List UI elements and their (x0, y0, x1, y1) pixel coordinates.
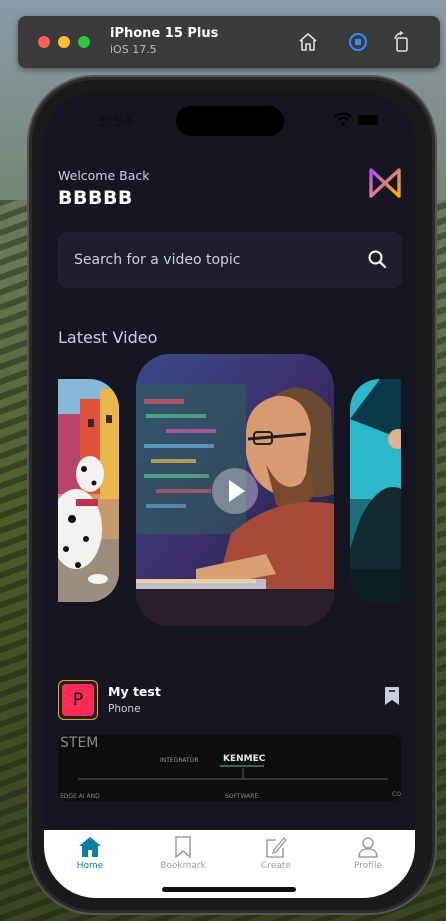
post-title[interactable]: My test (108, 684, 161, 699)
create-icon (266, 836, 287, 858)
home-indicator[interactable] (162, 887, 296, 892)
video-thumbnail (350, 379, 401, 602)
zoom-window-button[interactable] (78, 36, 90, 48)
thumb-text-edge: EDGE AI AND (60, 793, 100, 800)
video-card-left[interactable] (58, 379, 119, 602)
search-bar[interactable]: Search for a video topic (58, 232, 402, 288)
thumb-text-integrator: INTEGRATOR (160, 757, 198, 764)
bookmark-icon (175, 836, 191, 858)
app-logo-icon (369, 168, 401, 198)
avatar-letter: P (62, 684, 94, 716)
wifi-icon (334, 112, 352, 126)
thumb-text-software: SOFTWARE (225, 793, 258, 800)
thumb-text-kenmec: KENMEC (223, 754, 266, 764)
post-subtitle: Phone (108, 703, 141, 715)
post-thumbnail-image: STEM INTEGRATOR KENMEC EDGE AI AND SOFTW… (58, 735, 401, 801)
device-name: iPhone 15 Plus (110, 26, 219, 41)
rotate-icon[interactable] (390, 30, 414, 54)
latest-video-title: Latest Video (58, 328, 158, 347)
bookmark-icon[interactable] (384, 686, 400, 706)
home-icon (79, 837, 101, 857)
tab-label: Create (261, 861, 291, 871)
tab-profile[interactable]: Profile (323, 836, 413, 871)
home-icon[interactable] (296, 30, 320, 54)
close-window-button[interactable] (38, 36, 50, 48)
video-card-right[interactable] (350, 379, 401, 602)
dynamic-island (176, 106, 284, 136)
search-icon[interactable] (367, 249, 387, 269)
tab-create[interactable]: Create (231, 836, 321, 871)
tab-label: Profile (354, 861, 382, 871)
post-thumbnail[interactable]: STEM INTEGRATOR KENMEC EDGE AI AND SOFTW… (58, 735, 401, 801)
status-time: 3:54 (96, 112, 134, 130)
screenshot-icon[interactable] (346, 30, 370, 54)
username: BBBBB (58, 187, 133, 209)
play-icon (229, 480, 245, 502)
thumb-text-stem: STEM (60, 735, 98, 751)
minimize-window-button[interactable] (58, 36, 70, 48)
tab-label: Home (76, 861, 104, 871)
post-avatar[interactable]: P (58, 680, 98, 720)
welcome-text: Welcome Back (58, 168, 150, 183)
video-thumbnail (58, 379, 119, 602)
simulator-toolbar: iPhone 15 Plus iOS 17.5 (18, 16, 440, 68)
os-version: iOS 17.5 (110, 43, 157, 56)
profile-icon (358, 837, 378, 858)
tab-label: Bookmark (160, 861, 206, 871)
tab-home[interactable]: Home (45, 836, 135, 871)
battery-icon (357, 115, 379, 125)
app-screen: 3:54 Welcome Back BBBBB Search for a vid… (44, 92, 415, 898)
video-card-featured[interactable] (136, 354, 334, 626)
search-input[interactable]: Search for a video topic (74, 252, 241, 268)
thumb-text-co: CO (392, 791, 401, 798)
tab-bookmark[interactable]: Bookmark (138, 836, 228, 871)
play-button[interactable] (212, 468, 258, 514)
